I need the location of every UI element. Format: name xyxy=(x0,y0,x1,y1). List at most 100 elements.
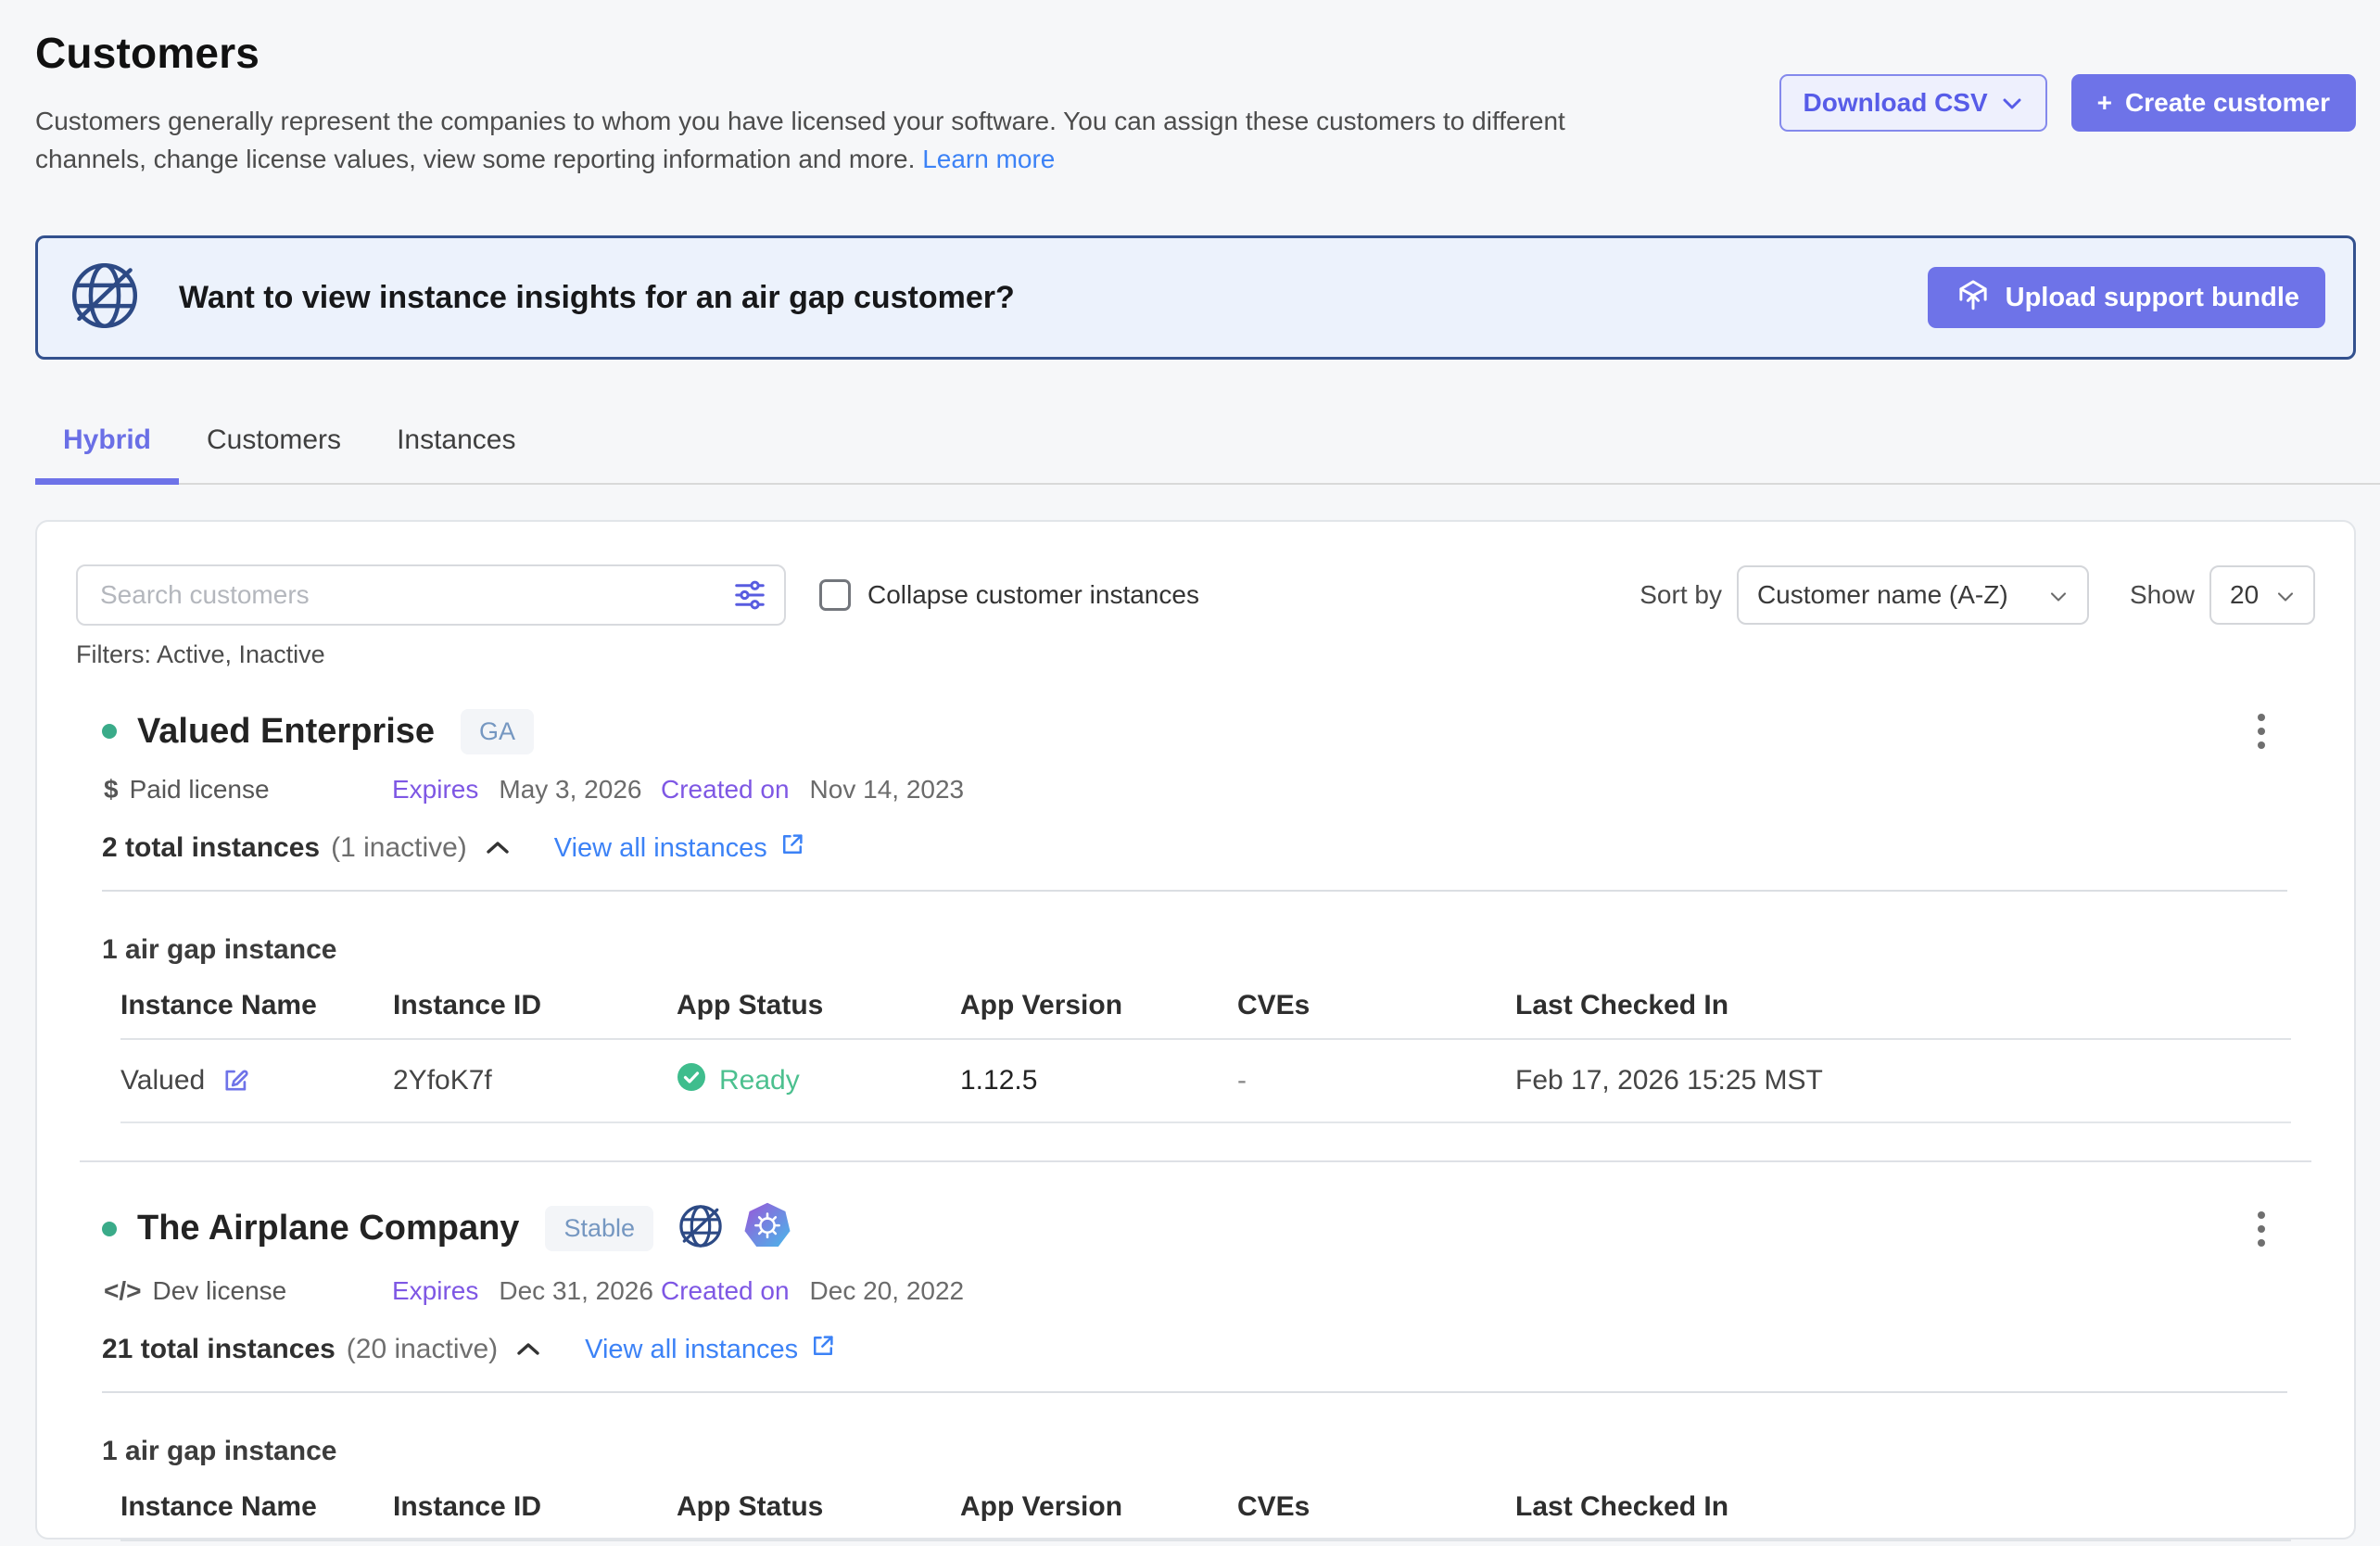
collapse-section-chevron-icon[interactable] xyxy=(514,1340,542,1359)
app-version-cell: 1.12.5 xyxy=(960,1065,1237,1096)
toolbar-right: Sort by Customer name (A-Z) Show 20 xyxy=(1639,565,2315,625)
col-last-checked-in: Last Checked In xyxy=(1515,990,2291,1021)
divider xyxy=(102,1391,2287,1393)
license-label: Paid license xyxy=(130,775,270,805)
expires-date: Dec 31, 2026 xyxy=(499,1276,653,1306)
app-status-text: Ready xyxy=(719,1065,800,1096)
app-status-cell: Ready xyxy=(677,1062,960,1099)
upload-support-bundle-button[interactable]: Upload support bundle xyxy=(1928,267,2325,328)
total-instances: 2 total instances xyxy=(102,832,320,864)
ready-check-icon xyxy=(677,1062,706,1099)
customer-meta: $ Paid license Expires May 3, 2026 Creat… xyxy=(104,775,2315,805)
upload-bundle-label: Upload support bundle xyxy=(2006,283,2299,313)
external-link-icon xyxy=(809,1332,837,1367)
external-link-icon xyxy=(779,830,806,866)
customer-name[interactable]: The Airplane Company xyxy=(137,1209,519,1248)
license-type: $ Paid license xyxy=(104,775,392,805)
create-customer-button[interactable]: + Create customer xyxy=(2071,74,2356,132)
active-status-dot xyxy=(102,724,117,739)
col-cves: CVEs xyxy=(1237,990,1515,1021)
show-label: Show xyxy=(2130,580,2195,610)
col-app-version: App Version xyxy=(960,1491,1237,1523)
view-all-instances-link[interactable]: View all instances xyxy=(585,1332,837,1367)
created-date: Dec 20, 2022 xyxy=(810,1276,965,1306)
created-label: Created on xyxy=(661,1276,790,1306)
dollar-icon: $ xyxy=(104,775,119,805)
customers-page: Customers Customers generally represent … xyxy=(0,0,2380,1546)
expires-info: Expires May 3, 2026 xyxy=(392,775,661,805)
view-all-label: View all instances xyxy=(585,1335,798,1365)
created-date: Nov 14, 2023 xyxy=(810,775,965,805)
instances-table: Instance Name Instance ID App Status App… xyxy=(120,1491,2291,1541)
col-instance-id: Instance ID xyxy=(393,990,677,1021)
plus-icon: + xyxy=(2097,88,2112,118)
last-checked-in-cell: Feb 17, 2026 15:25 MST xyxy=(1515,1065,2291,1096)
license-type: </> Dev license xyxy=(104,1276,392,1306)
col-instance-name: Instance Name xyxy=(120,990,393,1021)
airgap-banner: Want to view instance insights for an ai… xyxy=(35,235,2356,360)
chevron-down-icon xyxy=(2275,580,2296,610)
tab-hybrid[interactable]: Hybrid xyxy=(35,413,179,485)
customer-section-airplane-company: The Airplane Company Stable xyxy=(76,1201,2315,1541)
customer-menu-button[interactable] xyxy=(2252,1206,2271,1252)
airgap-count-label: 1 air gap instance xyxy=(102,1436,2315,1467)
search-input[interactable] xyxy=(76,564,786,626)
customer-header: Valued Enterprise GA xyxy=(76,708,2315,754)
airgap-globe-icon xyxy=(66,257,144,339)
tab-instances[interactable]: Instances xyxy=(369,413,543,485)
instance-name: Valued xyxy=(120,1065,205,1096)
inactive-count: (20 inactive) xyxy=(347,1334,498,1365)
airgap-count-label: 1 air gap instance xyxy=(102,934,2315,966)
customer-menu-button[interactable] xyxy=(2252,708,2271,754)
instances-summary: 2 total instances (1 inactive) View all … xyxy=(102,830,2315,866)
toolbar: Collapse customer instances Sort by Cust… xyxy=(76,564,2315,626)
show-value: 20 xyxy=(2230,580,2259,610)
tab-bar: Hybrid Customers Instances xyxy=(35,413,2380,485)
col-instance-id: Instance ID xyxy=(393,1491,677,1523)
created-label: Created on xyxy=(661,775,790,805)
instance-name-cell: Valued xyxy=(120,1065,393,1096)
chevron-down-icon xyxy=(2048,580,2069,610)
collapse-label: Collapse customer instances xyxy=(867,580,1199,610)
channel-badge: GA xyxy=(461,709,534,754)
download-csv-label: Download CSV xyxy=(1804,88,1988,118)
collapse-instances-control[interactable]: Collapse customer instances xyxy=(819,579,1199,611)
section-divider xyxy=(80,1160,2311,1162)
page-title: Customers xyxy=(35,28,1666,78)
collapse-checkbox[interactable] xyxy=(819,579,851,611)
header-actions: Download CSV + Create customer xyxy=(1779,74,2356,178)
search-wrap xyxy=(76,564,786,626)
upload-bundle-icon xyxy=(1954,274,1993,321)
page-description: Customers generally represent the compan… xyxy=(35,102,1666,178)
collapse-section-chevron-icon[interactable] xyxy=(484,839,512,857)
customer-section-valued-enterprise: Valued Enterprise GA $ Paid license Expi… xyxy=(76,708,2315,1123)
edit-icon[interactable] xyxy=(220,1065,251,1096)
col-app-version: App Version xyxy=(960,990,1237,1021)
customer-name[interactable]: Valued Enterprise xyxy=(137,712,435,752)
download-csv-button[interactable]: Download CSV xyxy=(1779,74,2047,132)
tab-customers[interactable]: Customers xyxy=(179,413,369,485)
sort-select[interactable]: Customer name (A-Z) xyxy=(1737,565,2089,625)
sort-by-label: Sort by xyxy=(1639,580,1722,610)
view-all-instances-link[interactable]: View all instances xyxy=(554,830,806,866)
expires-label: Expires xyxy=(392,775,478,805)
show-select[interactable]: 20 xyxy=(2209,565,2315,625)
col-cves: CVEs xyxy=(1237,1491,1515,1523)
inactive-count: (1 inactive) xyxy=(331,832,467,864)
instances-table-header: Instance Name Instance ID App Status App… xyxy=(120,990,2291,1040)
chevron-down-icon xyxy=(2001,88,2023,118)
sort-value: Customer name (A-Z) xyxy=(1757,580,2008,610)
expires-label: Expires xyxy=(392,1276,478,1306)
banner-title: Want to view instance insights for an ai… xyxy=(179,280,1015,316)
created-info: Created on Dec 20, 2022 xyxy=(661,1276,2315,1306)
learn-more-link[interactable]: Learn more xyxy=(922,145,1055,173)
customers-card: Collapse customer instances Sort by Cust… xyxy=(35,520,2356,1540)
created-info: Created on Nov 14, 2023 xyxy=(661,775,2315,805)
header-text: Customers Customers generally represent … xyxy=(35,28,1666,178)
expires-info: Expires Dec 31, 2026 xyxy=(392,1276,661,1306)
cves-cell: - xyxy=(1237,1065,1515,1096)
col-last-checked-in: Last Checked In xyxy=(1515,1491,2291,1523)
divider xyxy=(102,890,2287,892)
instance-id-cell: 2YfoK7f xyxy=(393,1065,677,1096)
filter-sliders-icon[interactable] xyxy=(732,577,767,617)
